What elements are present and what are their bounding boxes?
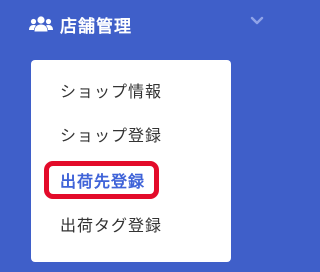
submenu-item-shipping-destination-register[interactable]: 出荷先登録 — [60, 168, 145, 196]
submenu-item-shop-info[interactable]: ショップ情報 — [60, 78, 162, 106]
chevron-down-icon[interactable] — [250, 16, 264, 26]
sidebar-panel: 店舗管理 ショップ情報 ショップ登録 出荷先登録 出荷タグ登録 — [0, 0, 275, 272]
store-management-submenu: ショップ情報 ショップ登録 出荷先登録 出荷タグ登録 — [31, 60, 231, 262]
submenu-item-shipping-tag-register[interactable]: 出荷タグ登録 — [60, 212, 162, 240]
store-management-header[interactable]: 店舗管理 — [0, 0, 275, 50]
section-title: 店舗管理 — [60, 17, 132, 37]
users-icon — [29, 16, 53, 32]
submenu-item-shop-register[interactable]: ショップ登録 — [60, 122, 162, 150]
